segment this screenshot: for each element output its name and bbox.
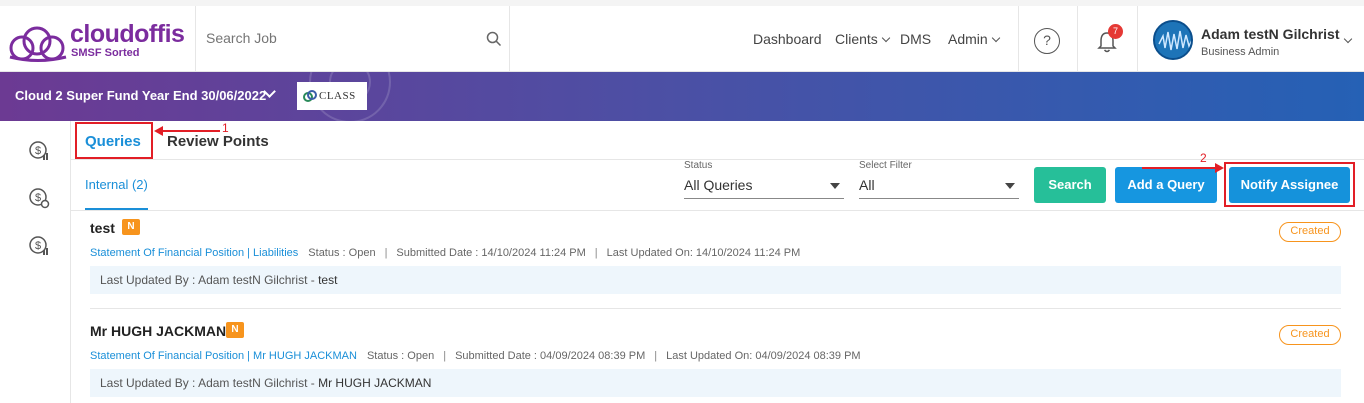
divider xyxy=(1077,6,1078,72)
class-mark-icon xyxy=(303,90,317,102)
brand-tagline: SMSF Sorted xyxy=(71,47,140,59)
user-menu-chevron-icon[interactable] xyxy=(1343,34,1353,44)
divider xyxy=(195,6,196,72)
user-role: Business Admin xyxy=(1201,46,1280,58)
query-path-link[interactable]: Statement Of Financial Position | Mr HUG… xyxy=(90,350,357,362)
nav-admin-label: Admin xyxy=(948,31,988,47)
subtab-internal[interactable]: Internal (2) xyxy=(85,177,148,192)
divider xyxy=(1018,6,1019,72)
search-job-input[interactable] xyxy=(206,30,486,46)
annotation-number-2: 2 xyxy=(1200,151,1207,165)
caret-down-icon[interactable] xyxy=(1005,183,1015,189)
last-updated-label: Last Updated By : Adam testN Gilchrist - xyxy=(100,273,319,287)
query-meta: Statement Of Financial Position | Liabil… xyxy=(90,247,801,259)
cloudoffis-logo[interactable]: cloudoffis SMSF Sorted xyxy=(8,20,188,64)
highlight-box-notify xyxy=(1224,162,1355,207)
filters-divider xyxy=(71,210,1364,211)
class-logo: CLASS xyxy=(297,82,367,110)
svg-text:$: $ xyxy=(35,192,41,204)
last-updated-bar: Last Updated By : Adam testN Gilchrist -… xyxy=(90,266,1341,294)
dollar-chart-icon[interactable]: $ xyxy=(28,235,50,257)
last-updated-value: Mr HUGH JACKMAN xyxy=(318,376,432,390)
filter-label: Select Filter xyxy=(859,160,912,171)
query-status: Status : Open xyxy=(366,350,435,362)
brand-name: cloudoffis xyxy=(70,20,185,48)
highlight-box-queries xyxy=(75,122,153,159)
avatar-image xyxy=(1155,22,1191,58)
last-updated-label: Last Updated By : Adam testN Gilchrist - xyxy=(100,376,319,390)
nav-dms[interactable]: DMS xyxy=(900,31,931,47)
query-updated-on: Last Updated On: 14/10/2024 11:24 PM xyxy=(606,247,801,259)
class-logo-text: CLASS xyxy=(319,90,356,102)
query-title[interactable]: test xyxy=(90,220,115,236)
query-updated-on: Last Updated On: 04/09/2024 08:39 PM xyxy=(666,350,861,362)
status-badge: Created xyxy=(1279,325,1341,345)
chevron-down-icon xyxy=(991,33,1000,43)
avatar[interactable] xyxy=(1153,20,1193,60)
help-icon[interactable]: ? xyxy=(1034,28,1060,54)
query-submitted-date: Submitted Date : 04/09/2024 08:39 PM xyxy=(455,350,646,362)
annotation-number-1: 1 xyxy=(222,121,229,135)
status-badge: Created xyxy=(1279,222,1341,242)
status-underline xyxy=(684,198,844,199)
svg-text:$: $ xyxy=(35,145,41,157)
fund-title[interactable]: Cloud 2 Super Fund Year End 30/06/2022 xyxy=(15,88,266,103)
caret-down-icon[interactable] xyxy=(830,183,840,189)
cloud-rings-icon xyxy=(9,26,67,62)
divider xyxy=(1137,6,1138,72)
svg-text:$: $ xyxy=(35,240,41,252)
dollar-gear-icon[interactable]: $ xyxy=(28,187,50,209)
status-label: Status xyxy=(684,160,713,171)
divider xyxy=(509,6,510,72)
last-updated-bar: Last Updated By : Adam testN Gilchrist -… xyxy=(90,369,1341,397)
dollar-chart-icon[interactable]: $ xyxy=(28,140,50,162)
filter-underline xyxy=(859,198,1019,199)
status-select[interactable]: All Queries xyxy=(684,177,752,193)
nav-clients[interactable]: Clients xyxy=(835,31,891,47)
tabs-divider xyxy=(71,159,1364,160)
query-meta: Statement Of Financial Position | Mr HUG… xyxy=(90,350,861,362)
query-submitted-date: Submitted Date : 14/10/2024 11:24 PM xyxy=(396,247,586,259)
search-icon[interactable] xyxy=(486,31,502,47)
new-badge: N xyxy=(122,219,140,235)
filter-select[interactable]: All xyxy=(859,177,875,193)
nav-clients-label: Clients xyxy=(835,31,878,47)
fund-banner: Cloud 2 Super Fund Year End 30/06/2022 C… xyxy=(0,72,1364,121)
query-path-link[interactable]: Statement Of Financial Position | Liabil… xyxy=(90,247,298,259)
last-updated-value: test xyxy=(318,273,338,287)
annotation-arrow-1 xyxy=(154,126,220,136)
chevron-down-icon xyxy=(881,33,891,43)
notification-count-badge: 7 xyxy=(1108,24,1123,39)
sidebar: $ $ $ xyxy=(0,121,71,403)
query-divider xyxy=(90,308,1341,309)
query-title[interactable]: Mr HUGH JACKMAN xyxy=(90,323,226,339)
search-button[interactable]: Search xyxy=(1034,167,1106,203)
new-badge: N xyxy=(226,322,244,338)
nav-admin[interactable]: Admin xyxy=(948,31,1000,47)
top-navigation-bar: cloudoffis SMSF Sorted Dashboard Clients… xyxy=(0,0,1364,72)
annotation-arrow-2 xyxy=(1142,163,1224,173)
user-name[interactable]: Adam testN Gilchrist xyxy=(1201,26,1339,42)
query-status: Status : Open xyxy=(308,247,376,259)
nav-dashboard[interactable]: Dashboard xyxy=(753,31,822,47)
